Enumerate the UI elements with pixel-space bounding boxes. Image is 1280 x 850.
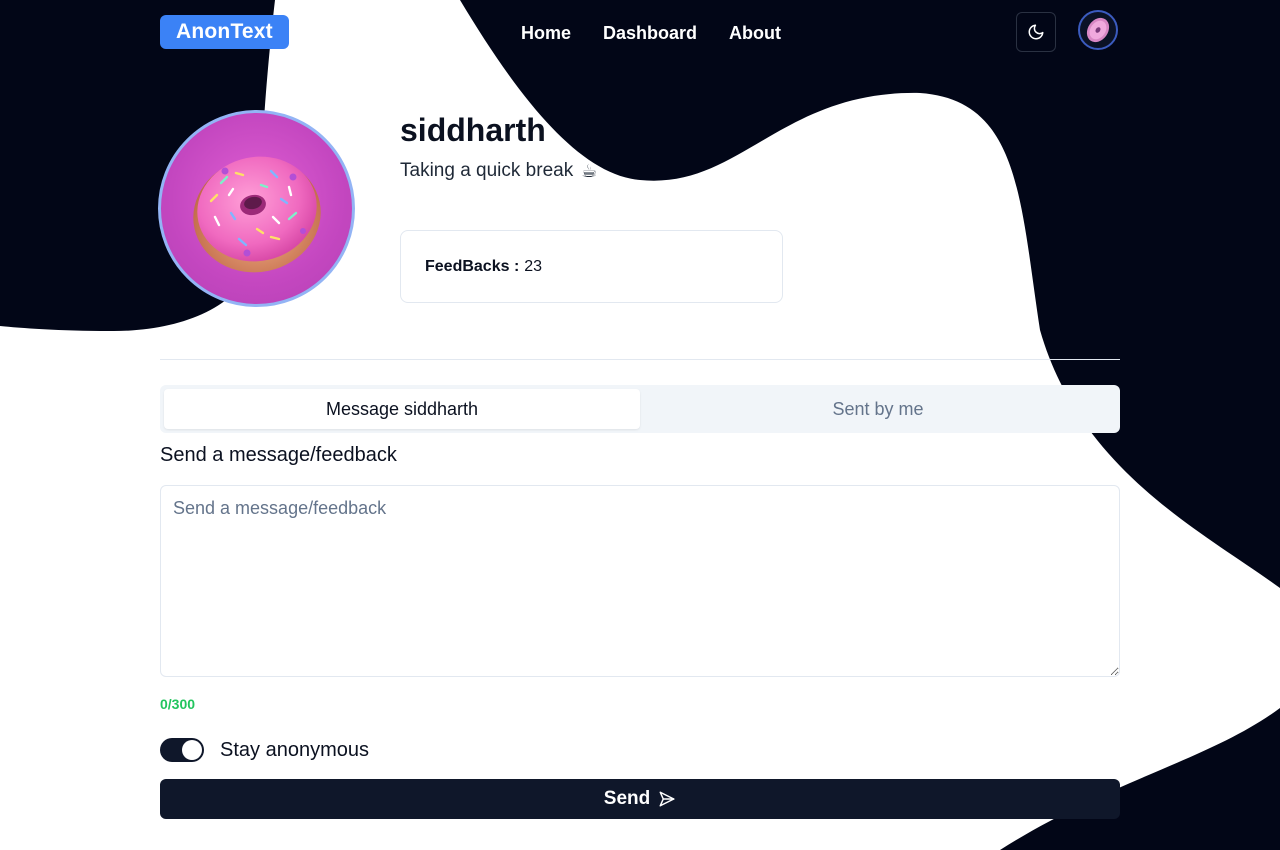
form-title: Send a message/feedback	[160, 444, 397, 466]
feedback-count-card: FeedBacks : 23	[400, 230, 783, 303]
feedback-count-value: 23	[524, 257, 543, 275]
send-icon	[659, 791, 675, 807]
send-button-label: Send	[603, 788, 651, 809]
toggle-knob	[182, 740, 202, 760]
tab-message-user[interactable]: Message siddharth	[164, 389, 640, 429]
message-input[interactable]	[160, 485, 1120, 677]
coffee-icon: ☕	[581, 161, 598, 181]
feedback-count-label: FeedBacks :	[425, 257, 520, 275]
theme-toggle-button[interactable]	[1016, 12, 1056, 52]
nav-home[interactable]: Home	[521, 20, 571, 46]
donut-image	[193, 156, 321, 273]
character-counter: 0/300	[160, 696, 196, 712]
main-nav: Home Dashboard About	[521, 20, 781, 46]
profile-avatar	[158, 110, 355, 307]
profile-username: siddharth	[400, 112, 546, 148]
logo[interactable]: AnonText	[160, 15, 289, 49]
anonymous-toggle[interactable]	[160, 738, 204, 762]
moon-icon	[1028, 24, 1044, 40]
profile-status: Taking a quick break ☕	[400, 159, 597, 183]
nav-dashboard[interactable]: Dashboard	[603, 20, 697, 46]
nav-about[interactable]: About	[729, 20, 781, 46]
tab-sent-by-me[interactable]: Sent by me	[640, 389, 1116, 429]
user-avatar-button[interactable]	[1078, 10, 1118, 50]
section-divider	[160, 359, 1120, 360]
send-button[interactable]: Send	[160, 779, 1120, 819]
status-text: Taking a quick break	[400, 160, 574, 181]
anonymous-toggle-label: Stay anonymous	[220, 739, 369, 761]
message-tabs: Message siddharth Sent by me	[160, 385, 1120, 433]
donut-avatar-icon	[1086, 17, 1110, 43]
